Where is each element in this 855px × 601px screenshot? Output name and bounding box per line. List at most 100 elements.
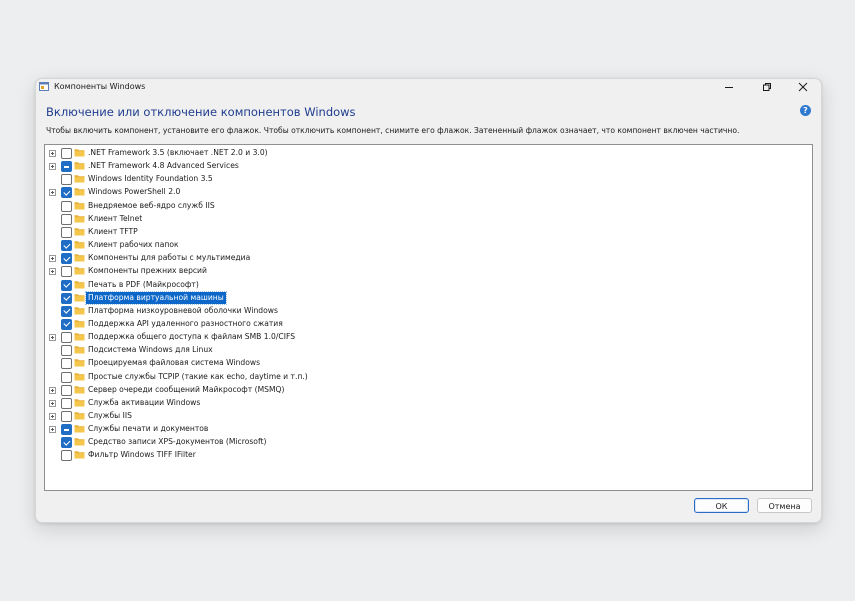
minimize-icon (725, 87, 733, 88)
feature-checkbox[interactable] (61, 292, 72, 304)
ok-button[interactable]: ОК (694, 498, 749, 513)
feature-checkbox[interactable] (61, 213, 72, 225)
feature-label[interactable]: Компоненты для работы с мультимедиа (86, 252, 252, 264)
expand-plus-icon[interactable] (49, 268, 56, 276)
feature-label[interactable]: Клиент TFTP (86, 226, 140, 238)
folder-icon (74, 188, 85, 196)
feature-label[interactable]: Windows PowerShell 2.0 (86, 186, 182, 198)
feature-checkbox[interactable] (61, 279, 72, 291)
feature-label[interactable]: Поддержка общего доступа к файлам SMB 1.… (86, 331, 297, 343)
feature-checkbox[interactable] (61, 266, 72, 278)
feature-row[interactable]: Служба активации Windows (45, 397, 805, 410)
feature-row[interactable]: Клиент Telnet (45, 213, 805, 226)
feature-row[interactable]: Средство записи XPS-документов (Microsof… (45, 436, 805, 449)
feature-row[interactable]: .NET Framework 3.5 (включает .NET 2.0 и … (45, 147, 805, 160)
folder-icon (74, 280, 85, 288)
feature-label[interactable]: Простые службы TCPIP (такие как echo, da… (86, 371, 310, 383)
feature-label[interactable]: .NET Framework 4.8 Advanced Services (86, 160, 241, 172)
feature-checkbox[interactable] (61, 384, 72, 396)
expand-plus-icon[interactable] (49, 386, 56, 394)
feature-checkbox[interactable] (61, 200, 72, 212)
feature-checkbox[interactable] (61, 332, 72, 344)
expand-plus-icon[interactable] (49, 413, 56, 420)
feature-row[interactable]: .NET Framework 4.8 Advanced Services (45, 160, 805, 173)
feature-row[interactable]: Простые службы TCPIP (такие как echo, da… (45, 371, 805, 384)
feature-row[interactable]: Подсистема Windows для Linux (45, 344, 805, 357)
expand-plus-icon[interactable] (49, 189, 56, 197)
feature-label[interactable]: Клиент Telnet (86, 213, 144, 225)
feature-label[interactable]: Службы IIS (86, 410, 134, 422)
feature-checkbox[interactable] (61, 450, 72, 462)
folder-icon (74, 320, 85, 328)
app-window-icon (39, 82, 49, 91)
feature-label[interactable]: Проецируемая файловая система Windows (86, 357, 262, 369)
feature-checkbox[interactable] (61, 411, 72, 422)
feature-label[interactable]: Средство записи XPS-документов (Microsof… (86, 436, 268, 448)
feature-label[interactable]: Платформа виртуальной машины (85, 290, 227, 305)
minimize-button[interactable] (712, 79, 746, 95)
window-title: Компоненты Windows (54, 82, 146, 91)
feature-row[interactable]: Компоненты для работы с мультимедиа (45, 252, 805, 265)
feature-label[interactable]: Службы печати и документов (86, 423, 210, 435)
feature-label[interactable]: Фильтр Windows TIFF IFilter (86, 449, 198, 461)
feature-checkbox[interactable] (61, 358, 72, 370)
feature-label[interactable]: Поддержка API удаленного разностного сжа… (86, 318, 285, 330)
feature-row[interactable]: Платформа низкоуровневой оболочки Window… (45, 305, 805, 318)
feature-row[interactable]: Windows Identity Foundation 3.5 (45, 173, 805, 186)
folder-icon (74, 267, 85, 275)
features-tree[interactable]: .NET Framework 3.5 (включает .NET 2.0 и … (44, 144, 813, 491)
feature-label[interactable]: Печать в PDF (Майкрософт) (86, 279, 201, 291)
feature-label[interactable]: Сервер очереди сообщений Майкрософт (MSM… (86, 384, 286, 396)
feature-checkbox[interactable] (61, 187, 72, 199)
feature-row[interactable]: Поддержка общего доступа к файлам SMB 1.… (45, 331, 805, 344)
feature-checkbox[interactable] (61, 161, 72, 173)
close-button[interactable] (786, 79, 820, 95)
feature-row[interactable]: Проецируемая файловая система Windows (45, 357, 805, 370)
feature-row[interactable]: Печать в PDF (Майкрософт) (45, 279, 805, 292)
feature-row[interactable]: Windows PowerShell 2.0 (45, 186, 805, 199)
folder-icon (74, 333, 85, 341)
help-icon[interactable]: ? (800, 105, 811, 116)
feature-row[interactable]: Компоненты прежних версий (45, 265, 805, 278)
title-bar[interactable]: Компоненты Windows (36, 79, 821, 97)
expand-plus-icon[interactable] (49, 163, 56, 171)
folder-icon (74, 425, 85, 433)
feature-checkbox[interactable] (61, 345, 72, 357)
feature-label[interactable]: Платформа низкоуровневой оболочки Window… (86, 305, 280, 317)
feature-row[interactable]: Службы печати и документов (45, 423, 805, 436)
feature-checkbox[interactable] (61, 240, 72, 252)
feature-label[interactable]: Подсистема Windows для Linux (86, 344, 215, 356)
cancel-button[interactable]: Отмена (757, 498, 812, 513)
feature-label[interactable]: Компоненты прежних версий (86, 265, 209, 277)
feature-checkbox[interactable] (61, 437, 72, 449)
feature-row[interactable]: Сервер очереди сообщений Майкрософт (MSM… (45, 384, 805, 397)
folder-icon (74, 201, 85, 210)
feature-label[interactable]: .NET Framework 3.5 (включает .NET 2.0 и … (86, 147, 270, 159)
expand-plus-icon[interactable] (49, 399, 56, 407)
feature-checkbox[interactable] (61, 318, 72, 330)
feature-row[interactable]: Платформа виртуальной машины (45, 290, 805, 305)
feature-checkbox[interactable] (61, 305, 72, 317)
feature-row[interactable]: Службы IIS (45, 410, 805, 423)
feature-checkbox[interactable] (61, 371, 72, 383)
expand-plus-icon[interactable] (49, 426, 56, 434)
feature-label[interactable]: Клиент рабочих папок (86, 239, 181, 251)
feature-checkbox[interactable] (61, 148, 72, 159)
feature-row[interactable]: Клиент рабочих папок (45, 239, 805, 252)
feature-checkbox[interactable] (61, 174, 72, 186)
restore-button[interactable] (750, 79, 784, 95)
feature-checkbox[interactable] (61, 424, 72, 436)
feature-row[interactable]: Фильтр Windows TIFF IFilter (45, 449, 805, 462)
expand-plus-icon[interactable] (49, 255, 56, 263)
feature-label[interactable]: Внедряемое веб-ядро служб IIS (86, 200, 217, 212)
expand-plus-icon[interactable] (49, 150, 56, 157)
feature-label[interactable]: Служба активации Windows (86, 397, 202, 409)
feature-row[interactable]: Поддержка API удаленного разностного сжа… (45, 318, 805, 331)
expand-plus-icon[interactable] (49, 334, 56, 342)
feature-checkbox[interactable] (61, 253, 72, 265)
feature-row[interactable]: Внедряемое веб-ядро служб IIS (45, 200, 805, 213)
feature-checkbox[interactable] (61, 226, 72, 238)
feature-checkbox[interactable] (61, 397, 72, 409)
feature-row[interactable]: Клиент TFTP (45, 226, 805, 239)
feature-label[interactable]: Windows Identity Foundation 3.5 (86, 173, 215, 185)
